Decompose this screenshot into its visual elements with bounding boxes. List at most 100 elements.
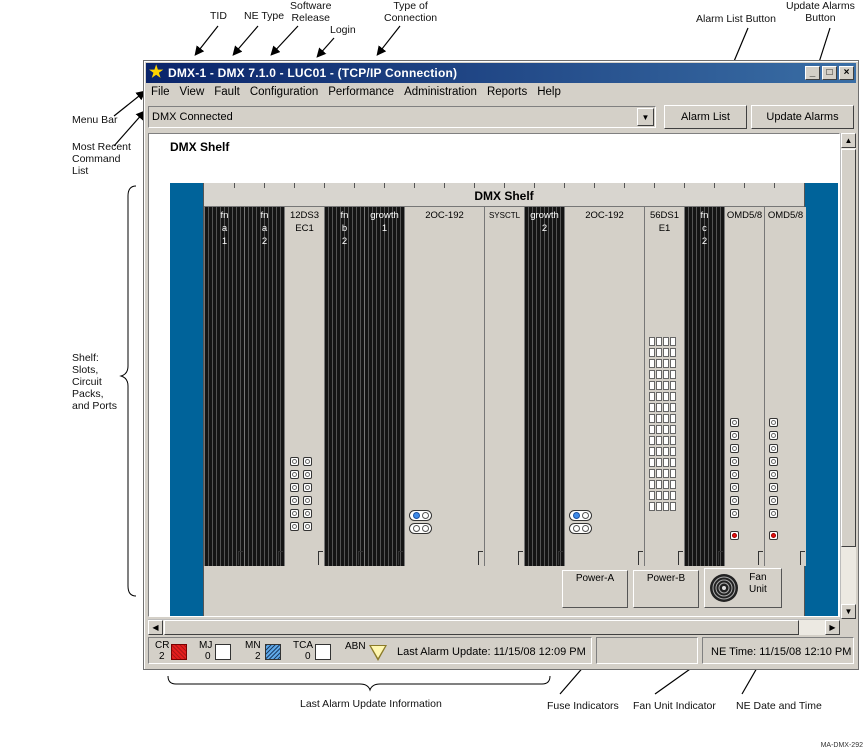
ds1-port[interactable] [649, 370, 655, 379]
vertical-scrollbar[interactable]: ▲ ▼ [840, 133, 856, 619]
ds1-port[interactable] [663, 458, 669, 467]
horizontal-scroll-thumb[interactable] [164, 620, 799, 635]
ds1-port[interactable] [670, 403, 676, 412]
menu-performance[interactable]: Performance [323, 84, 399, 98]
ds1-port[interactable] [656, 414, 662, 423]
scroll-right-icon[interactable]: ▶ [825, 620, 840, 635]
ds1-port[interactable] [670, 381, 676, 390]
port[interactable] [769, 496, 778, 505]
menu-view[interactable]: View [175, 84, 210, 98]
ds1-port[interactable] [649, 458, 655, 467]
ds1-port[interactable] [649, 392, 655, 401]
ds1-port[interactable] [670, 348, 676, 357]
menu-reports[interactable]: Reports [482, 84, 532, 98]
ds1-port[interactable] [663, 392, 669, 401]
optical-port[interactable] [569, 510, 592, 521]
slot-growth-1[interactable]: growth 1 [364, 207, 404, 566]
ds1-port[interactable] [670, 370, 676, 379]
critical-alarm-indicator[interactable] [171, 644, 187, 660]
ds1-port[interactable] [663, 502, 669, 511]
ds1-port[interactable] [649, 436, 655, 445]
most-recent-command-list[interactable]: DMX Connected ▼ [148, 106, 656, 128]
slot-fn-a2[interactable]: fn a 2 [244, 207, 284, 566]
ds1-port[interactable] [670, 469, 676, 478]
menu-help[interactable]: Help [532, 84, 566, 98]
slot-2oc-192-b[interactable]: 2OC-192 [564, 207, 644, 566]
ds1-port[interactable] [670, 414, 676, 423]
ds1-port[interactable] [649, 403, 655, 412]
port[interactable] [290, 470, 299, 479]
ds1-port[interactable] [656, 458, 662, 467]
port[interactable] [290, 509, 299, 518]
title-bar[interactable]: ★ DMX-1 - DMX 7.1.0 - LUC01 - (TCP/IP Co… [146, 63, 856, 83]
slot-12ds3-ec1[interactable]: 12DS3 EC1 [284, 207, 324, 566]
port[interactable] [730, 444, 739, 453]
ds1-port[interactable] [656, 447, 662, 456]
major-alarm-indicator[interactable] [215, 644, 231, 660]
ds1-port[interactable] [656, 491, 662, 500]
slot-growth-2[interactable]: growth 2 [524, 207, 564, 566]
port[interactable] [769, 483, 778, 492]
alarm-list-button[interactable]: Alarm List [664, 105, 747, 129]
ds1-port[interactable] [670, 436, 676, 445]
port[interactable] [303, 470, 312, 479]
port[interactable] [303, 483, 312, 492]
menu-fault[interactable]: Fault [209, 84, 245, 98]
ds1-port[interactable] [656, 425, 662, 434]
ds1-port[interactable] [663, 447, 669, 456]
ds1-port[interactable] [649, 414, 655, 423]
slot-fn-a1[interactable]: fn a 1 [204, 207, 244, 566]
ds1-port[interactable] [656, 370, 662, 379]
ds1-port[interactable] [656, 392, 662, 401]
chevron-down-icon[interactable]: ▼ [637, 108, 654, 126]
close-button[interactable]: × [839, 66, 854, 80]
optical-port[interactable] [409, 523, 432, 534]
ds1-port[interactable] [656, 359, 662, 368]
ds1-port[interactable] [670, 491, 676, 500]
port[interactable] [730, 509, 739, 518]
ds1-port[interactable] [670, 502, 676, 511]
port[interactable] [769, 444, 778, 453]
port[interactable] [730, 470, 739, 479]
scroll-down-icon[interactable]: ▼ [841, 604, 856, 619]
ds1-port[interactable] [663, 370, 669, 379]
ds1-port[interactable] [670, 425, 676, 434]
ds1-port[interactable] [649, 447, 655, 456]
vertical-scroll-thumb[interactable] [841, 149, 856, 547]
ds1-port[interactable] [663, 480, 669, 489]
port[interactable] [730, 431, 739, 440]
port[interactable] [769, 509, 778, 518]
port[interactable] [769, 470, 778, 479]
optical-port[interactable] [409, 510, 432, 521]
port[interactable] [769, 418, 778, 427]
ds1-port[interactable] [656, 469, 662, 478]
fuse-indicator-power-b[interactable]: Power-B [633, 570, 699, 608]
ds1-port[interactable] [663, 359, 669, 368]
ds1-port[interactable] [649, 425, 655, 434]
ds1-port[interactable] [663, 425, 669, 434]
slot-fn-c2[interactable]: fn c 2 [684, 207, 724, 566]
ds1-port[interactable] [656, 337, 662, 346]
slot-56ds1-e1[interactable]: 56DS1 E1 [644, 207, 684, 566]
ds1-port[interactable] [670, 480, 676, 489]
ds1-port[interactable] [649, 359, 655, 368]
scroll-left-icon[interactable]: ◀ [148, 620, 163, 635]
ds1-port[interactable] [649, 502, 655, 511]
ds1-port[interactable] [656, 403, 662, 412]
ds1-port[interactable] [656, 502, 662, 511]
tca-indicator[interactable] [315, 644, 331, 660]
port[interactable] [730, 483, 739, 492]
port[interactable] [303, 522, 312, 531]
ds1-port[interactable] [670, 392, 676, 401]
ds1-port[interactable] [663, 491, 669, 500]
ds1-port[interactable] [649, 348, 655, 357]
optical-port[interactable] [569, 523, 592, 534]
ds1-port[interactable] [656, 436, 662, 445]
menu-file[interactable]: File [146, 84, 175, 98]
ds1-port[interactable] [670, 359, 676, 368]
ds1-port[interactable] [649, 480, 655, 489]
port[interactable] [769, 457, 778, 466]
ds1-port[interactable] [663, 381, 669, 390]
ds1-port[interactable] [663, 469, 669, 478]
port[interactable] [290, 522, 299, 531]
